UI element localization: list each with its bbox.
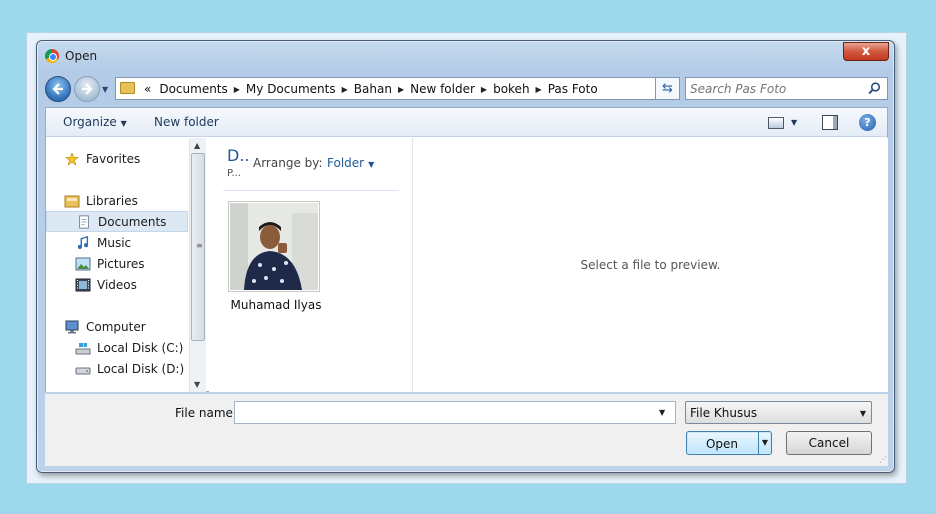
scroll-down-icon[interactable]: ▼ — [194, 380, 200, 389]
title-bar[interactable]: Open x — [37, 41, 894, 71]
breadcrumb-item[interactable]: Documents — [155, 82, 231, 96]
cancel-button[interactable]: Cancel — [786, 431, 872, 455]
views-icon[interactable] — [768, 117, 784, 129]
scroll-up-icon[interactable]: ▲ — [194, 141, 200, 150]
search-icon[interactable] — [868, 82, 881, 95]
system-drive-icon — [75, 342, 91, 354]
resize-grip-icon[interactable]: ⋰ — [879, 455, 887, 464]
nav-item-favorites[interactable]: Favorites — [64, 148, 206, 169]
scrollbar-thumb[interactable]: ≡ — [191, 153, 205, 341]
person-photo — [230, 203, 318, 290]
breadcrumb: « Documents ▶ My Documents ▶ Bahan ▶ New… — [140, 82, 602, 96]
arrow-left-icon — [52, 83, 63, 95]
breadcrumb-item[interactable]: Bahan — [350, 82, 396, 96]
address-bar[interactable]: « Documents ▶ My Documents ▶ Bahan ▶ New… — [115, 77, 680, 100]
photo-thumbnail-icon — [230, 203, 318, 290]
preview-pane: Select a file to preview. — [412, 138, 888, 392]
back-button[interactable] — [45, 76, 71, 102]
chevron-right-icon[interactable]: ▶ — [534, 85, 544, 94]
file-thumbnail[interactable] — [228, 201, 320, 292]
library-subtitle: P... — [227, 168, 242, 179]
preview-pane-icon[interactable] — [822, 115, 838, 130]
navigation-scrollbar[interactable]: ▲ ≡ ▼ — [189, 138, 206, 392]
chevron-down-icon: ▼ — [859, 409, 866, 418]
nav-item-libraries[interactable]: Libraries — [64, 190, 206, 211]
libraries-icon — [64, 195, 80, 207]
music-icon — [77, 235, 89, 249]
close-button[interactable]: x — [843, 42, 889, 61]
file-name-field-label: File name: — [175, 406, 237, 420]
divider — [223, 190, 399, 191]
arrange-by-dropdown[interactable]: Folder ▼ — [327, 156, 374, 170]
chrome-icon — [45, 49, 59, 63]
file-list: D.. P... Arrange by: Folder ▼ Muhamad Il… — [209, 138, 412, 392]
folder-icon — [120, 82, 135, 94]
chevron-right-icon[interactable]: ▶ — [479, 85, 489, 94]
videos-icon — [75, 278, 91, 291]
chevron-right-icon[interactable]: ▶ — [396, 85, 406, 94]
document-icon — [79, 214, 89, 229]
window-title: Open — [65, 49, 98, 63]
breadcrumb-item[interactable]: bokeh — [489, 82, 533, 96]
file-name-input[interactable] — [234, 401, 676, 424]
breadcrumb-item[interactable]: Pas Foto — [544, 82, 602, 96]
preview-message: Select a file to preview. — [580, 258, 721, 272]
search-input[interactable] — [690, 80, 860, 98]
file-name-dropdown-icon[interactable]: ▼ — [659, 408, 665, 417]
arrange-by-label: Arrange by: — [253, 156, 323, 170]
breadcrumb-item[interactable]: My Documents — [242, 82, 340, 96]
open-button[interactable]: Open ▼ — [686, 431, 772, 455]
navigation-bar: ▼ « Documents ▶ My Documents ▶ Bahan ▶ N… — [45, 75, 888, 102]
chevron-right-icon[interactable]: ▶ — [232, 85, 242, 94]
breadcrumb-item[interactable]: New folder — [406, 82, 479, 96]
pictures-icon — [75, 257, 91, 270]
chevron-right-icon[interactable]: ▶ — [340, 85, 350, 94]
search-box[interactable] — [685, 77, 888, 100]
refresh-button[interactable]: ⇆ — [655, 77, 680, 100]
grip-icon: ≡ — [196, 241, 203, 250]
chevron-down-icon: ▼ — [368, 160, 375, 169]
computer-icon — [65, 320, 79, 333]
help-icon[interactable]: ? — [859, 114, 876, 131]
star-icon — [65, 151, 79, 166]
navigation-pane: Favorites Libraries Documents Music Pict… — [46, 138, 206, 392]
nav-item-documents[interactable]: Documents — [46, 211, 188, 232]
open-dialog: Open x ▼ « Documents ▶ My Documents ▶ Ba… — [36, 40, 895, 473]
library-title: D.. — [227, 146, 250, 165]
dialog-footer: File name: ▼ File Khusus ▼ Open ▼ Cancel… — [45, 394, 888, 466]
refresh-icon: ⇆ — [662, 81, 673, 96]
command-bar: Organize ▼ New folder ▼ ? — [46, 108, 887, 137]
views-dropdown-icon[interactable]: ▼ — [791, 118, 797, 127]
recent-pages-dropdown[interactable]: ▼ — [102, 85, 108, 94]
forward-button[interactable] — [74, 76, 100, 102]
breadcrumb-overflow[interactable]: « — [140, 82, 155, 96]
file-type-select[interactable]: File Khusus ▼ — [685, 401, 872, 424]
nav-item-computer[interactable]: Computer — [64, 316, 206, 337]
arrow-right-icon — [82, 83, 93, 95]
file-name-label[interactable]: Muhamad Ilyas — [211, 298, 341, 312]
open-options-dropdown[interactable]: ▼ — [758, 432, 771, 454]
drive-icon — [75, 367, 91, 374]
new-folder-button[interactable]: New folder — [154, 115, 219, 129]
browser-pane: Organize ▼ New folder ▼ ? Favorites Libr… — [45, 107, 888, 392]
organize-menu[interactable]: Organize ▼ — [63, 115, 127, 129]
